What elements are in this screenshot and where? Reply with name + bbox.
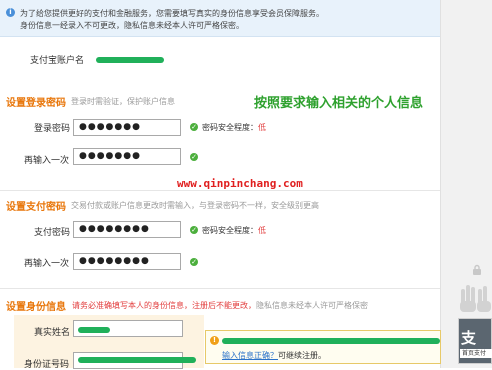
login-confirm-label: 再输入一次 bbox=[24, 156, 70, 166]
login-section-title: 设置登录密码 bbox=[6, 98, 66, 109]
identity-section-hint: 请务必准确填写本人的身份信息，注册后不能更改，隐私信息未经本人许可严格保密 bbox=[72, 300, 368, 311]
identity-section-title: 设置身份信息 bbox=[6, 302, 66, 313]
support-logo-char: 支 bbox=[461, 329, 477, 347]
warning-icon: ! bbox=[210, 336, 219, 345]
verification-tip: 输入信息正确？可继续注册。 bbox=[222, 350, 326, 361]
hand-icon bbox=[460, 285, 491, 312]
pay-strength-label: 密码安全程度： bbox=[202, 226, 258, 235]
identity-hint-red: 请务必准确填写本人的身份信息，注册后不能更改， bbox=[72, 301, 256, 310]
pay-strength: 密码安全程度：低 bbox=[202, 225, 266, 236]
pay-password-label: 支付密码 bbox=[34, 228, 71, 238]
pay-confirm-label: 再输入一次 bbox=[24, 259, 70, 269]
verify-info-text: 可继续注册。 bbox=[278, 351, 326, 360]
real-name-redacted bbox=[78, 327, 110, 333]
notice-banner: i 为了给您提供更好的支付和金融服务，您需要填写真实的身份信息享受会员保障服务。… bbox=[0, 0, 440, 37]
watermark-text: www.qinpinchang.com bbox=[177, 177, 303, 190]
login-password-label: 登录密码 bbox=[34, 124, 71, 134]
divider bbox=[0, 190, 440, 191]
check-icon: ✓ bbox=[190, 226, 198, 234]
login-strength: 密码安全程度：低 bbox=[202, 122, 266, 133]
id-number-label: 身份证号码 bbox=[24, 360, 70, 370]
identity-hint-gray: 隐私信息未经本人许可严格保密 bbox=[256, 301, 368, 310]
real-name-label: 真实姓名 bbox=[34, 328, 71, 338]
login-password-input[interactable]: ●●●●●●● bbox=[73, 119, 181, 136]
tip-redacted bbox=[222, 338, 440, 344]
info-icon: i bbox=[6, 8, 15, 17]
notice-line-1: 为了给您提供更好的支付和金融服务，您需要填写真实的身份信息享受会员保障服务。 bbox=[20, 9, 324, 18]
login-strength-label: 密码安全程度： bbox=[202, 123, 258, 132]
id-number-redacted bbox=[78, 357, 196, 363]
alipay-account-label: 支付宝账户名 bbox=[30, 56, 85, 66]
login-strength-value: 低 bbox=[258, 123, 266, 132]
check-icon: ✓ bbox=[190, 153, 198, 161]
login-confirm-input[interactable]: ●●●●●●● bbox=[73, 148, 181, 165]
support-sublabel: 首页支付 bbox=[460, 349, 492, 358]
lock-icon bbox=[473, 264, 481, 275]
pay-confirm-input[interactable]: ●●●●●●●● bbox=[73, 253, 181, 270]
support-widget[interactable]: 支 首页支付 bbox=[458, 318, 492, 364]
divider bbox=[0, 288, 440, 289]
pay-section-title: 设置支付密码 bbox=[6, 202, 66, 213]
check-icon: ✓ bbox=[190, 258, 198, 266]
pay-section-hint: 交易付款或账户信息更改时需输入，与登录密码不一样，安全级别更高 bbox=[71, 201, 319, 210]
pay-strength-value: 低 bbox=[258, 226, 266, 235]
notice-line-2: 身份信息一经录入不可更改，隐私信息未经本人许可严格保密。 bbox=[20, 21, 244, 30]
login-section-hint: 登录时需验证，保护账户信息 bbox=[71, 97, 175, 106]
annotation-text: 按照要求输入相关的个人信息 bbox=[254, 96, 424, 111]
alipay-account-redacted bbox=[96, 57, 164, 63]
pay-password-input[interactable]: ●●●●●●●● bbox=[73, 221, 181, 238]
verify-info-link[interactable]: 输入信息正确？ bbox=[222, 351, 278, 360]
check-icon: ✓ bbox=[190, 123, 198, 131]
